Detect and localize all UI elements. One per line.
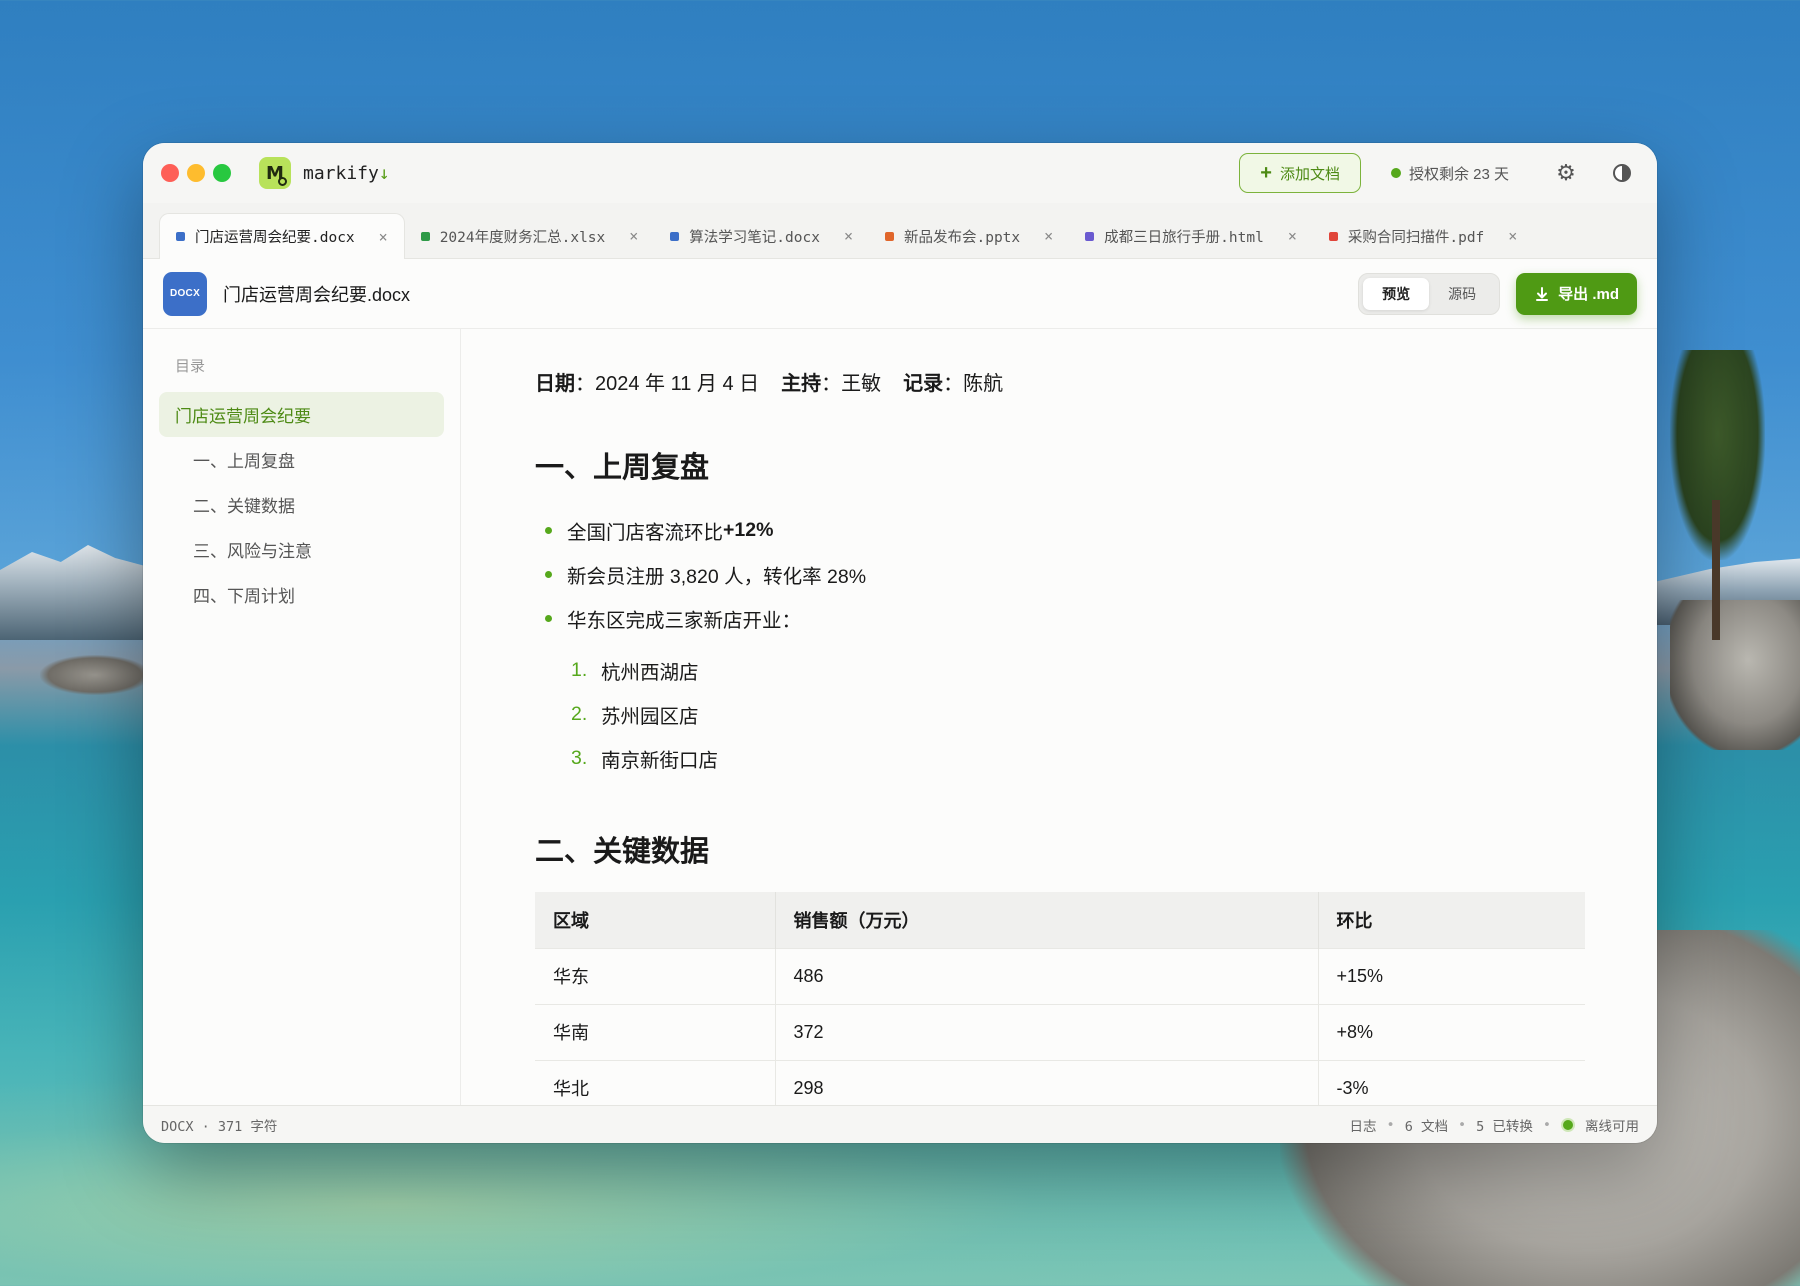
license-status-dot: [1390, 168, 1401, 178]
table-row: 华北 298 -3%: [535, 1059, 1585, 1105]
background-rock-left: [40, 655, 150, 695]
meta-field: 记录：陈航: [903, 373, 1004, 395]
file-tab[interactable]: 门店运营周会纪要.docx ×: [159, 213, 405, 259]
background-tree: [1660, 350, 1770, 640]
table-cell: 486: [775, 947, 1319, 1004]
document-header: DOCX 门店运营周会纪要.docx 预览 源码 导出 .md: [143, 259, 1657, 329]
tab-label: 成都三日旅行手册.html: [1104, 229, 1264, 246]
toc-heading: 目录: [175, 358, 206, 375]
file-tab-bar: 门店运营周会纪要.docx × 2024年度财务汇总.xlsx × 算法学习笔记…: [143, 203, 1657, 259]
file-tab[interactable]: 采购合同扫描件.pdf ×: [1313, 214, 1533, 258]
license-status: 授权剩余 23 天: [1390, 163, 1509, 184]
table-header-cell: 环比: [1318, 892, 1585, 948]
tab-label: 新品发布会.pptx: [903, 229, 1021, 246]
status-bar: DOCX · 371 字符 日志 • 6 文档 • 5 已转换 • 离线可用: [143, 1105, 1657, 1143]
tab-label: 门店运营周会纪要.docx: [195, 230, 355, 246]
background-mountain-left: [0, 545, 160, 640]
tab-label: 算法学习笔记.docx: [689, 229, 820, 246]
plus-icon: +: [1260, 162, 1272, 184]
app-window: M markify↓ + 添加文档 授权剩余 23 天 ⚙ 门店运营周会纪要.d…: [143, 143, 1657, 1143]
table-cell: 372: [775, 1003, 1319, 1060]
list-item: 1. 杭州西湖店: [571, 658, 699, 684]
table-row: 华东 486 +15%: [535, 947, 1585, 1004]
file-type-icon: [884, 231, 894, 241]
window-controls: [161, 164, 231, 182]
preview-mode-button[interactable]: 预览: [1363, 277, 1430, 310]
add-document-button[interactable]: + 添加文档: [1239, 153, 1361, 193]
toc-item[interactable]: 二、关键数据: [159, 482, 444, 527]
app-logo-icon: M: [259, 157, 291, 189]
maximize-window-button[interactable]: [213, 164, 231, 182]
theme-toggle-icon[interactable]: [1605, 156, 1639, 190]
status-offline: 离线可用: [1585, 1118, 1639, 1135]
file-type-icon: [1085, 231, 1095, 241]
status-doc-info: DOCX · 371 字符: [161, 1118, 278, 1135]
table-cell: 华北: [535, 1059, 776, 1105]
toc-item[interactable]: 四、下周计划: [159, 572, 444, 617]
toc-item[interactable]: 三、风险与注意: [159, 527, 444, 572]
document-title: 门店运营周会纪要.docx: [223, 284, 411, 305]
close-tab-icon[interactable]: ×: [1288, 227, 1297, 245]
list-item: 全国门店客流环比 +12%: [535, 508, 1585, 552]
table-cell: -3%: [1318, 1059, 1585, 1105]
file-tab[interactable]: 新品发布会.pptx ×: [869, 214, 1069, 258]
file-type-icon: [420, 231, 430, 241]
meta-field: 日期：2024 年 11 月 4 日: [535, 373, 760, 395]
table-header-cell: 销售额（万元）: [775, 892, 1319, 948]
table-cell: +8%: [1318, 1003, 1585, 1060]
toc-item[interactable]: 一、上周复盘: [159, 437, 444, 482]
offline-status-dot: [1561, 1117, 1575, 1132]
table-row: 华南 372 +8%: [535, 1003, 1585, 1060]
list-item: 2. 苏州园区店: [571, 702, 699, 728]
download-icon: [1536, 286, 1549, 301]
table-of-contents: 目录 门店运营周会纪要 一、上周复盘 二、关键数据 三、风险与注意 四、下周计划: [143, 329, 461, 1105]
tab-label: 采购合同扫描件.pdf: [1347, 229, 1485, 246]
table-cell: 298: [775, 1059, 1319, 1105]
docx-file-icon: DOCX: [163, 271, 207, 316]
new-stores-list: 1. 杭州西湖店 2. 苏州园区店 3. 南京新街口店: [535, 648, 1585, 780]
meta-field: 主持：王敏: [781, 373, 882, 395]
document-preview: 日期：2024 年 11 月 4 日主持：王敏 记录：陈航 一、上周复盘 全国门店…: [461, 329, 1657, 1105]
list-item: 华东区完成三家新店开业：: [535, 596, 1585, 640]
review-bullet-list: 全国门店客流环比 +12% 新会员注册 3,820 人，转化率 28% 华东区完成三…: [535, 508, 1585, 640]
table-cell: 华南: [535, 1003, 776, 1060]
close-tab-icon[interactable]: ×: [379, 228, 388, 246]
log-link[interactable]: 日志: [1350, 1115, 1377, 1135]
status-converted-count: 5 已转换: [1476, 1118, 1533, 1135]
section-heading-review: 一、上周复盘: [535, 452, 710, 484]
file-tab[interactable]: 成都三日旅行手册.html ×: [1069, 214, 1313, 258]
close-tab-icon[interactable]: ×: [1044, 227, 1053, 245]
meeting-meta: 日期：2024 年 11 月 4 日主持：王敏 记录：陈航: [535, 367, 1585, 396]
status-doc-count: 6 文档: [1404, 1118, 1448, 1135]
file-type-icon: [1328, 231, 1338, 241]
export-markdown-button[interactable]: 导出 .md: [1516, 272, 1637, 315]
minimize-window-button[interactable]: [187, 164, 205, 182]
view-mode-toggle: 预览 源码: [1358, 272, 1501, 315]
file-type-icon: [176, 232, 185, 241]
section-heading-key-data: 二、关键数据: [535, 836, 710, 868]
toc-item[interactable]: 门店运营周会纪要: [159, 392, 444, 437]
list-item: 新会员注册 3,820 人，转化率 28%: [535, 552, 1585, 596]
list-item: 3. 南京新街口店: [571, 746, 719, 772]
tab-label: 2024年度财务汇总.xlsx: [439, 229, 606, 246]
file-tab[interactable]: 算法学习笔记.docx ×: [654, 214, 869, 258]
table-cell: 华东: [535, 947, 776, 1004]
settings-gear-icon[interactable]: ⚙: [1549, 156, 1583, 190]
file-type-icon: [670, 231, 680, 241]
app-name: markify↓: [303, 162, 390, 184]
sales-table: 区域 销售额（万元） 环比 华东 486 +15% 华南 372 +8% 华北 298 -3%: [535, 892, 1585, 1105]
close-tab-icon[interactable]: ×: [1508, 227, 1517, 245]
table-header-cell: 区域: [535, 892, 776, 948]
close-window-button[interactable]: [161, 164, 179, 182]
title-bar: M markify↓ + 添加文档 授权剩余 23 天 ⚙: [143, 143, 1657, 203]
close-tab-icon[interactable]: ×: [844, 227, 853, 245]
table-cell: +15%: [1318, 947, 1585, 1004]
file-tab[interactable]: 2024年度财务汇总.xlsx ×: [405, 214, 655, 258]
close-tab-icon[interactable]: ×: [629, 227, 638, 245]
source-mode-button[interactable]: 源码: [1429, 278, 1495, 310]
